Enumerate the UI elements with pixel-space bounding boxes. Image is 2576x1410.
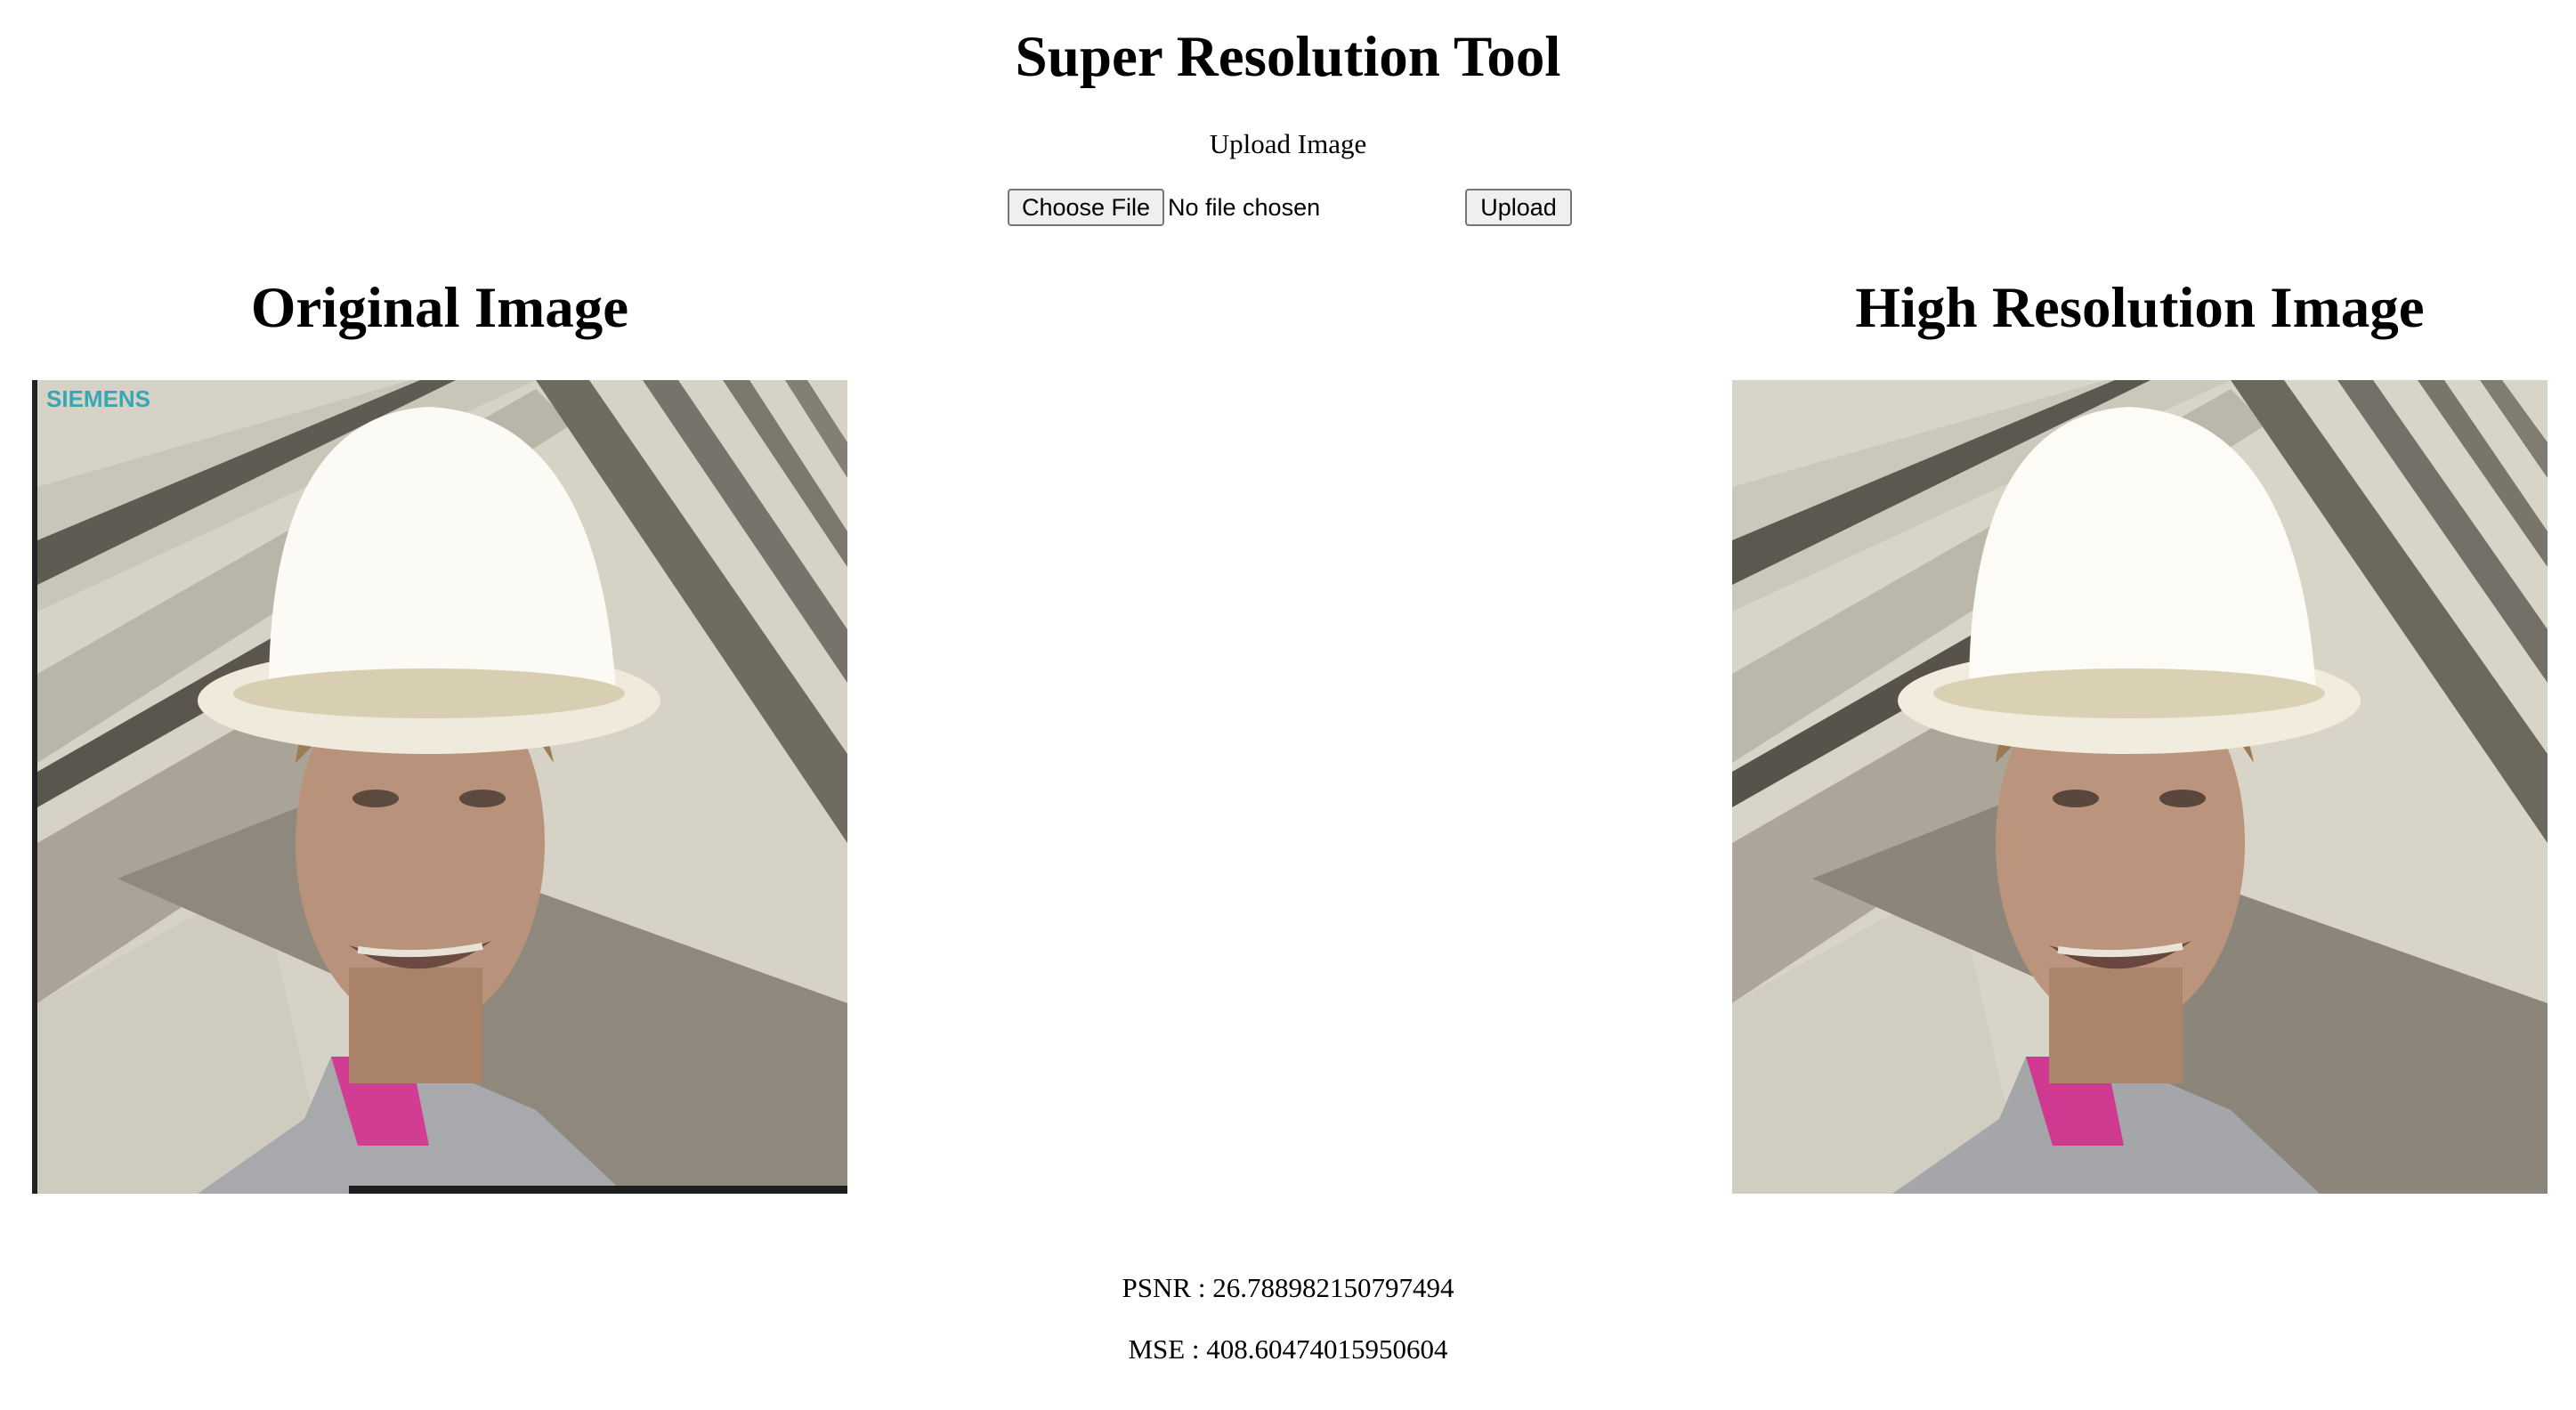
high-resolution-image-heading: High Resolution Image <box>1855 276 2425 340</box>
original-image: SIEMENS <box>32 380 847 1194</box>
file-status-text: No file chosen <box>1168 194 1321 221</box>
high-resolution-image <box>1732 380 2548 1194</box>
upload-button[interactable]: Upload <box>1465 189 1572 226</box>
page-title: Super Resolution Tool <box>1015 25 1561 89</box>
choose-file-button[interactable]: Choose File <box>1008 189 1164 226</box>
mse-value: MSE : 408.60474015950604 <box>1128 1333 1448 1365</box>
psnr-value: PSNR : 26.788982150797494 <box>1122 1272 1454 1303</box>
upload-label: Upload Image <box>1209 128 1367 159</box>
siemens-watermark: SIEMENS <box>46 385 150 412</box>
original-image-heading: Original Image <box>250 276 629 340</box>
